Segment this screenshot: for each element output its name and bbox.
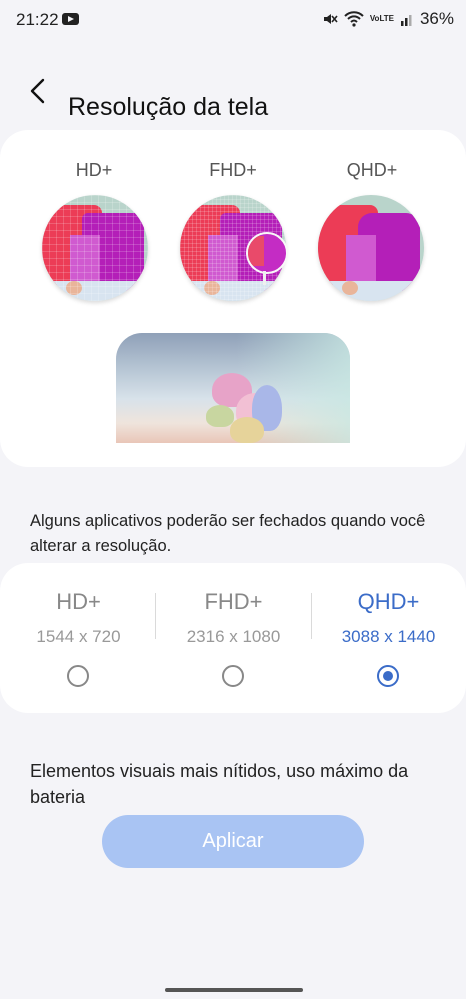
option-qhd-dims: 3088 x 1440 [341,627,436,646]
radio-qhd[interactable] [377,665,399,687]
status-icons: VoLTE 36% [322,9,454,29]
status-time: 21:22 [16,10,59,29]
battery-percent: 36% [419,9,454,28]
option-qhd-name: QHD+ [357,589,420,614]
option-hd-dims: 1544 x 720 [36,627,121,646]
preview-card: HD+ FHD+ QHD+ [0,130,466,467]
option-hd-name: HD+ [56,589,101,614]
youtube-icon [62,13,79,25]
apply-button[interactable]: Aplicar [102,815,364,868]
back-arrow-icon [30,78,45,104]
warning-note: Alguns aplicativos poderão ser fechados … [30,511,426,555]
option-hd[interactable]: HD+ 1544 x 720 [1,589,156,647]
preview-image [116,333,350,443]
radio-hd[interactable] [67,665,89,687]
preview-circle-qhd [318,195,424,301]
page-title: Resolução da tela [68,92,269,121]
radio-fhd[interactable] [222,665,244,687]
wifi-icon [344,11,364,27]
magnifier-icon [246,232,288,274]
preview-label-hd: HD+ [75,160,113,180]
option-fhd[interactable]: FHD+ 2316 x 1080 [156,589,311,647]
resolution-options-card: HD+ 1544 x 720 FHD+ 2316 x 1080 QHD+ 308… [0,563,466,713]
home-indicator[interactable] [165,988,303,992]
preview-circle-hd [42,195,148,301]
option-fhd-dims: 2316 x 1080 [186,627,281,646]
magnifier-handle [263,271,266,285]
header: Resolução da tela [0,62,466,122]
preview-label-fhd: FHD+ [209,160,257,180]
mute-icon [323,14,338,24]
option-qhd[interactable]: QHD+ 3088 x 1440 [311,589,466,647]
back-button[interactable] [22,74,56,108]
status-bar: 21:22 VoLTE 36% [0,0,466,40]
selected-description: Elementos visuais mais nítidos, uso máxi… [30,761,409,807]
signal-icon [400,15,412,26]
preview-label-qhd: QHD+ [346,160,398,180]
volte-indicator: VoLTE [369,14,394,23]
option-fhd-name: FHD+ [204,589,263,614]
